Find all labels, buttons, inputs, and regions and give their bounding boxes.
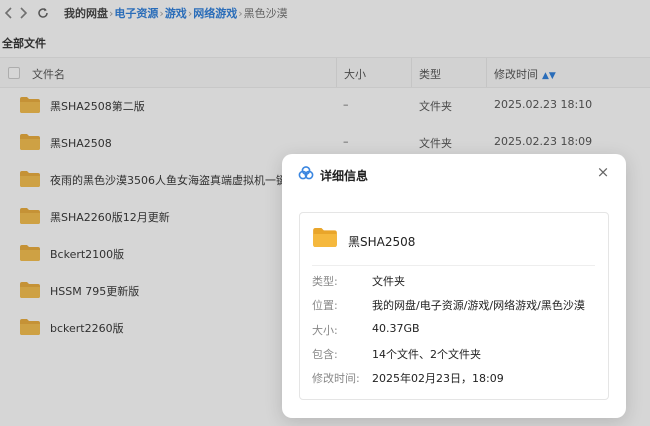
close-icon[interactable]: ×: [596, 165, 610, 180]
divider: [312, 265, 595, 266]
detail-value: 14个文件、2个文件夹: [372, 348, 481, 361]
detail-label: 包含:: [312, 348, 338, 361]
detail-label: 大小:: [312, 324, 338, 337]
detail-value: 我的网盘/电子资源/游戏/网络游戏/黑色沙漠: [372, 299, 585, 312]
folder-icon: [313, 228, 337, 250]
detail-value: 2025年02月23日，18:09: [372, 372, 504, 385]
dialog-title: 详细信息: [320, 169, 369, 183]
detail-label: 类型:: [312, 275, 338, 288]
detail-value: 40.37GB: [372, 322, 420, 335]
details-dialog: 详细信息 × 黑SHA2508 类型: 文件夹 位置: 我的网盘/电子资源/游戏…: [282, 154, 626, 418]
detail-info-icon: [298, 166, 314, 183]
details-card: 黑SHA2508 类型: 文件夹 位置: 我的网盘/电子资源/游戏/网络游戏/黑…: [299, 212, 609, 400]
detail-label: 位置:: [312, 299, 338, 312]
detail-label: 修改时间:: [312, 372, 360, 385]
detail-file-name: 黑SHA2508: [348, 235, 416, 249]
detail-value: 文件夹: [372, 275, 405, 288]
